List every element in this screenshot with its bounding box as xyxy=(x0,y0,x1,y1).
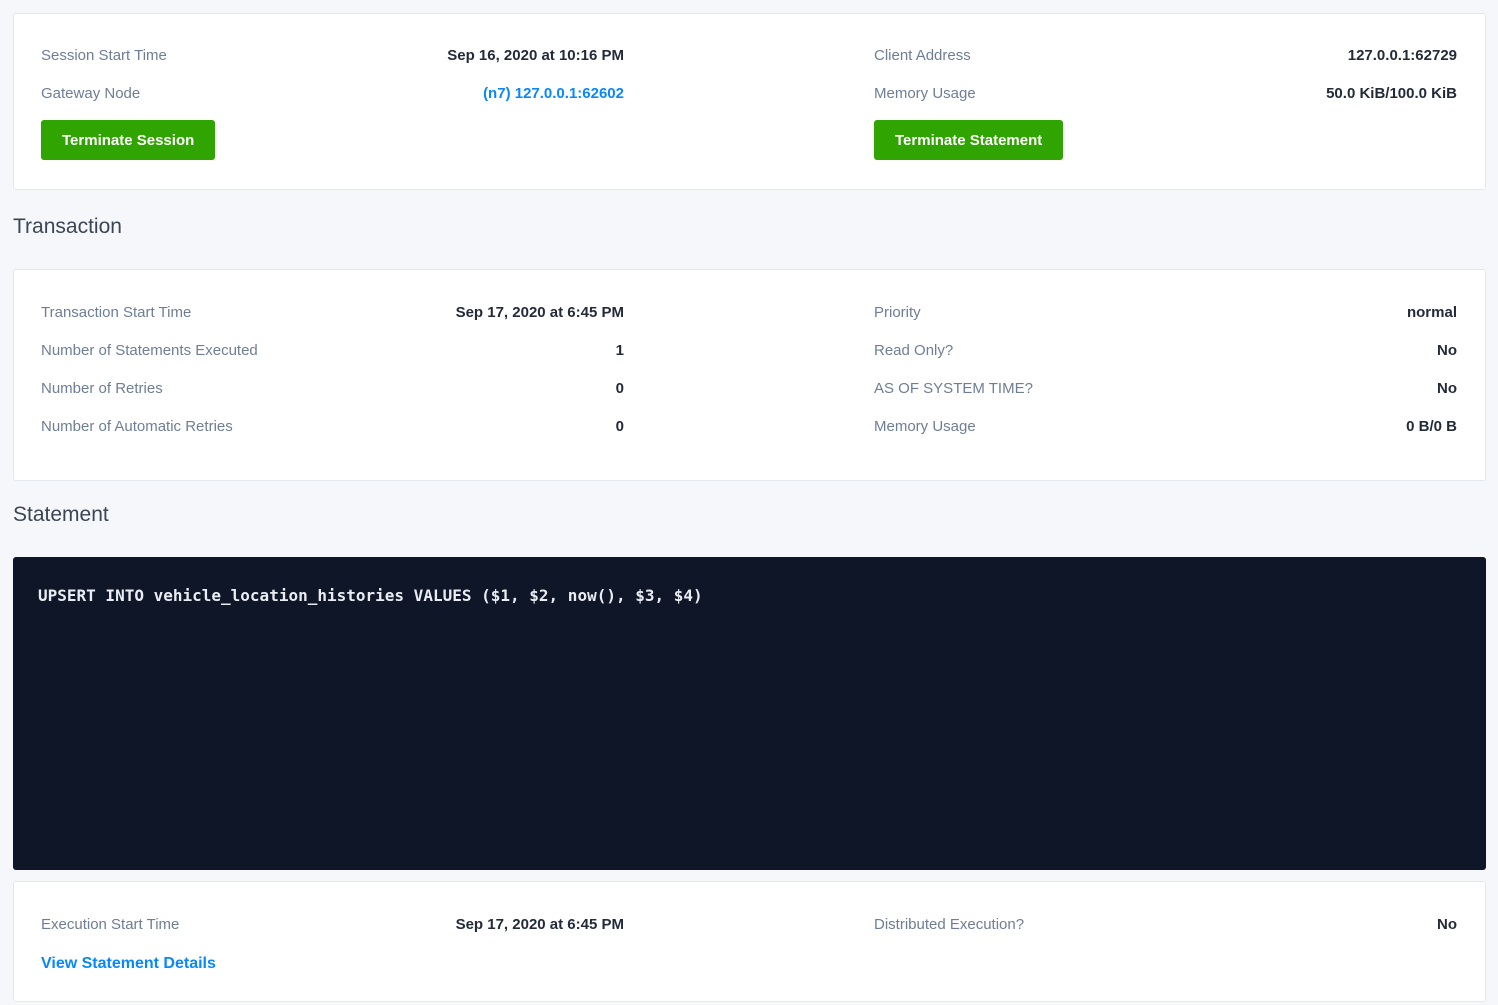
statements-executed-row: Number of Statements Executed 1 xyxy=(41,331,624,369)
terminate-session-button[interactable]: Terminate Session xyxy=(41,120,215,160)
transaction-right-column: Priority normal Read Only? No AS OF SYST… xyxy=(874,293,1457,445)
priority-label: Priority xyxy=(874,304,921,321)
automatic-retries-label: Number of Automatic Retries xyxy=(41,418,233,435)
transaction-start-time-label: Transaction Start Time xyxy=(41,304,191,321)
statements-executed-label: Number of Statements Executed xyxy=(41,342,258,359)
automatic-retries-value: 0 xyxy=(616,418,624,435)
execution-start-time-label: Execution Start Time xyxy=(41,916,179,933)
session-start-time-value: Sep 16, 2020 at 10:16 PM xyxy=(447,47,624,64)
execution-start-time-row: Execution Start Time Sep 17, 2020 at 6:4… xyxy=(41,905,624,943)
session-start-time-label: Session Start Time xyxy=(41,47,167,64)
retries-label: Number of Retries xyxy=(41,380,163,397)
transaction-memory-usage-value: 0 B/0 B xyxy=(1406,418,1457,435)
transaction-start-time-row: Transaction Start Time Sep 17, 2020 at 6… xyxy=(41,293,624,331)
statement-sql-box: UPSERT INTO vehicle_location_histories V… xyxy=(13,557,1486,870)
terminate-statement-button[interactable]: Terminate Statement xyxy=(874,120,1063,160)
as-of-system-time-value: No xyxy=(1437,380,1457,397)
transaction-memory-usage-label: Memory Usage xyxy=(874,418,976,435)
gateway-node-label: Gateway Node xyxy=(41,85,140,102)
transaction-start-time-value: Sep 17, 2020 at 6:45 PM xyxy=(456,304,624,321)
session-memory-usage-value: 50.0 KiB/100.0 KiB xyxy=(1326,85,1457,102)
transaction-left-column: Transaction Start Time Sep 17, 2020 at 6… xyxy=(41,293,624,445)
session-memory-usage-label: Memory Usage xyxy=(874,85,976,102)
session-summary-left-column: Session Start Time Sep 16, 2020 at 10:16… xyxy=(41,36,624,160)
client-address-row: Client Address 127.0.0.1:62729 xyxy=(874,36,1457,74)
session-memory-usage-row: Memory Usage 50.0 KiB/100.0 KiB xyxy=(874,74,1457,112)
session-summary-card: Session Start Time Sep 16, 2020 at 10:16… xyxy=(13,13,1486,190)
session-summary-right-column: Client Address 127.0.0.1:62729 Memory Us… xyxy=(874,36,1457,160)
retries-value: 0 xyxy=(616,380,624,397)
statement-sql-text: UPSERT INTO vehicle_location_histories V… xyxy=(38,584,1461,608)
transaction-heading: Transaction xyxy=(13,214,1486,240)
as-of-system-time-label: AS OF SYSTEM TIME? xyxy=(874,380,1033,397)
read-only-value: No xyxy=(1437,342,1457,359)
retries-row: Number of Retries 0 xyxy=(41,369,624,407)
read-only-label: Read Only? xyxy=(874,342,953,359)
client-address-value: 127.0.0.1:62729 xyxy=(1348,47,1457,64)
priority-value: normal xyxy=(1407,304,1457,321)
gateway-node-row: Gateway Node (n7) 127.0.0.1:62602 xyxy=(41,74,624,112)
priority-row: Priority normal xyxy=(874,293,1457,331)
execution-card: Execution Start Time Sep 17, 2020 at 6:4… xyxy=(13,881,1486,1002)
distributed-execution-row: Distributed Execution? No xyxy=(874,905,1457,943)
as-of-system-time-row: AS OF SYSTEM TIME? No xyxy=(874,369,1457,407)
statements-executed-value: 1 xyxy=(616,342,624,359)
gateway-node-link[interactable]: (n7) 127.0.0.1:62602 xyxy=(483,85,624,102)
transaction-card: Transaction Start Time Sep 17, 2020 at 6… xyxy=(13,269,1486,481)
transaction-memory-usage-row: Memory Usage 0 B/0 B xyxy=(874,407,1457,445)
view-statement-details-link[interactable]: View Statement Details xyxy=(41,955,216,973)
execution-start-time-value: Sep 17, 2020 at 6:45 PM xyxy=(456,916,624,933)
session-start-time-row: Session Start Time Sep 16, 2020 at 10:16… xyxy=(41,36,624,74)
client-address-label: Client Address xyxy=(874,47,971,64)
session-details-page: Session Start Time Sep 16, 2020 at 10:16… xyxy=(0,0,1498,1005)
distributed-execution-value: No xyxy=(1437,916,1457,933)
statement-heading: Statement xyxy=(13,502,1486,528)
distributed-execution-label: Distributed Execution? xyxy=(874,916,1024,933)
execution-right-column: Distributed Execution? No xyxy=(874,905,1457,973)
automatic-retries-row: Number of Automatic Retries 0 xyxy=(41,407,624,445)
execution-left-column: Execution Start Time Sep 17, 2020 at 6:4… xyxy=(41,905,624,973)
read-only-row: Read Only? No xyxy=(874,331,1457,369)
